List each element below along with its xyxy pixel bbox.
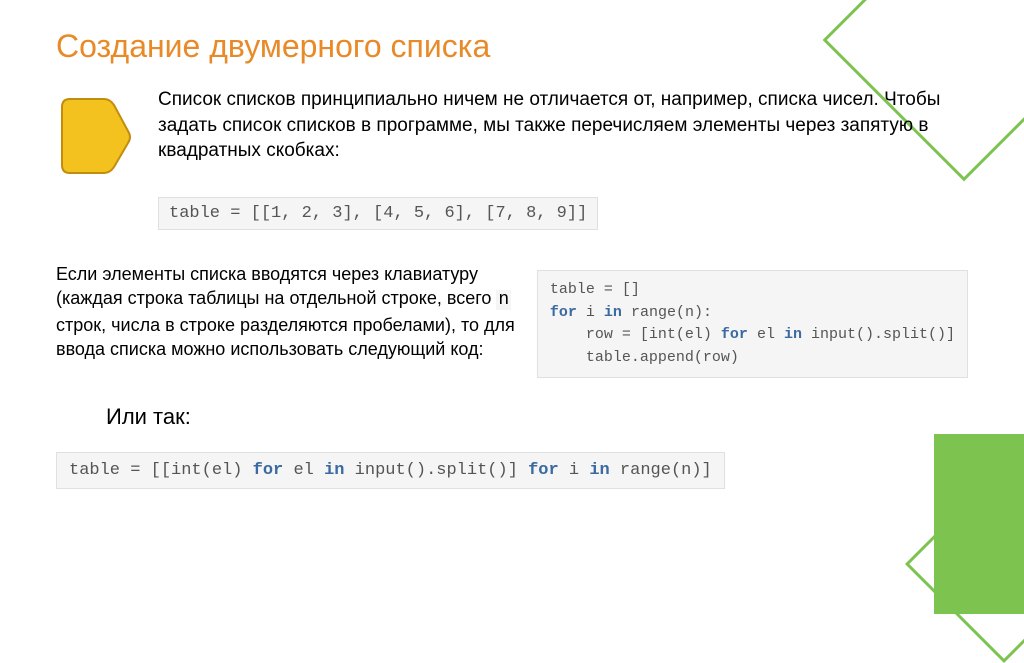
slide-content: Создание двумерного списка Список списко… — [0, 0, 1024, 509]
code-example-1: table = [[1, 2, 3], [4, 5, 6], [7, 8, 9]… — [158, 197, 598, 230]
code-keyword: in — [604, 304, 622, 321]
intro-row: Список списков принципиально ничем не от… — [56, 87, 968, 177]
code-keyword: in — [784, 326, 802, 343]
code-text: input().split()] — [344, 461, 528, 480]
code-keyword: in — [324, 461, 344, 480]
code-example-3: table = [[int(el) for el in input().spli… — [56, 452, 725, 489]
code-keyword: for — [253, 461, 284, 480]
text-segment: строк, числа в строке разделяются пробел… — [56, 315, 515, 359]
code-text: el — [748, 326, 784, 343]
code-text: i — [559, 461, 590, 480]
code-text: table = — [169, 204, 251, 223]
code-text: [[1, 2, 3], [4, 5, 6], [7, 8, 9]] — [251, 204, 588, 223]
code-text: range(n): — [622, 304, 712, 321]
text-segment: Если элементы списка вводятся через клав… — [56, 264, 496, 308]
code-text: i — [577, 304, 604, 321]
inline-code: n — [496, 290, 511, 310]
code-text: row = [int(el) — [550, 326, 721, 343]
hexagon-arrow-icon — [56, 93, 134, 177]
code-keyword: for — [528, 461, 559, 480]
slide-title: Создание двумерного списка — [56, 28, 968, 65]
or-label: Или так: — [106, 404, 968, 430]
code-text: input().split()] — [802, 326, 955, 343]
code-text: el — [283, 461, 324, 480]
code-text: table = [[int(el) — [69, 461, 253, 480]
code-example-2: table = [] for i in range(n): row = [int… — [537, 270, 968, 378]
mid-paragraph: Если элементы списка вводятся через клав… — [56, 262, 517, 378]
code-line: table.append(row) — [550, 349, 739, 366]
mid-row: Если элементы списка вводятся через клав… — [56, 262, 968, 378]
code-keyword: for — [721, 326, 748, 343]
code-line: table = [] — [550, 281, 640, 298]
code-text: range(n)] — [610, 461, 712, 480]
code-keyword: for — [550, 304, 577, 321]
code-keyword: in — [589, 461, 609, 480]
intro-paragraph: Список списков принципиально ничем не от… — [158, 87, 968, 164]
